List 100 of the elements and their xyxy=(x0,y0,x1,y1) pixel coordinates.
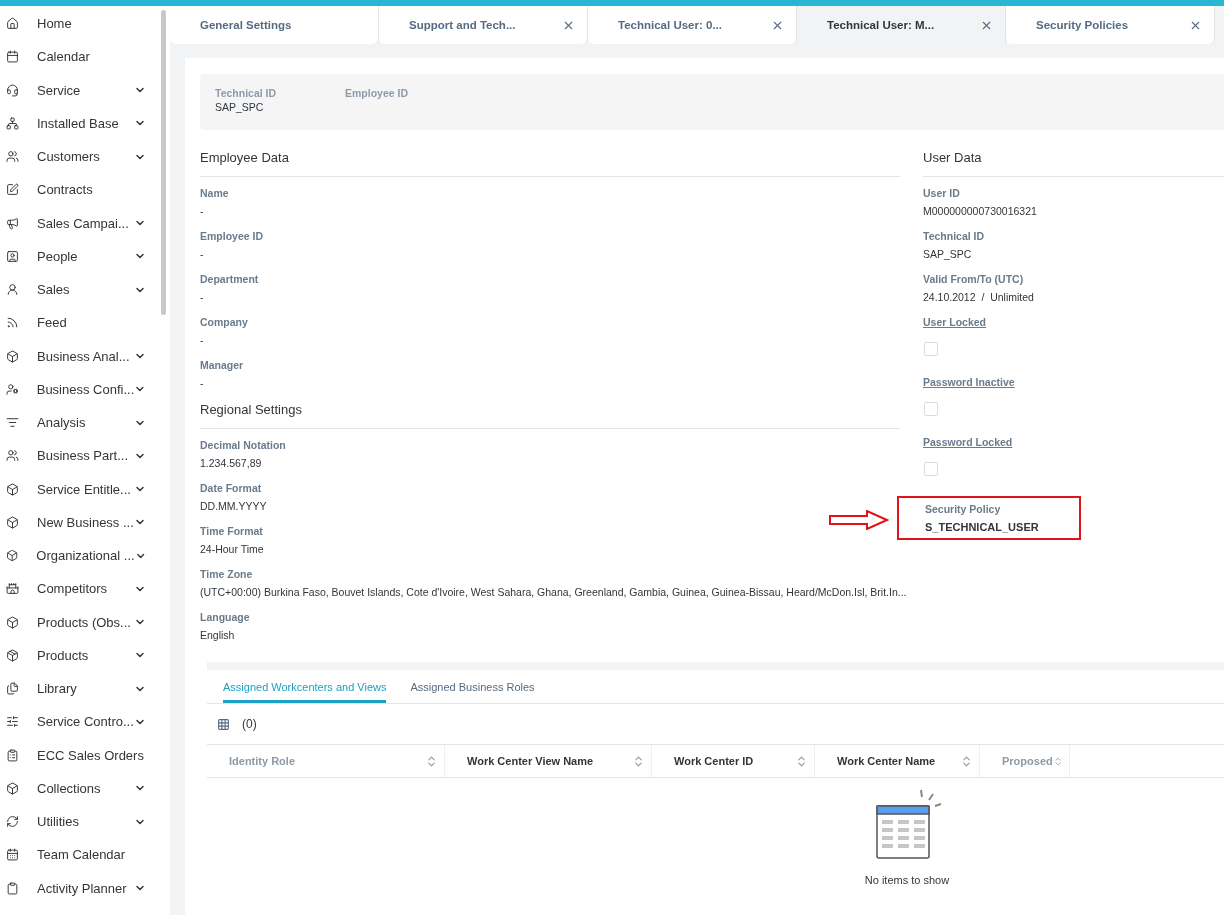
section-title: User Data xyxy=(923,150,1224,177)
field-label: User ID xyxy=(923,187,961,199)
sidebar-item[interactable]: Library xyxy=(0,672,160,706)
sidebar-item[interactable]: Organizational ... xyxy=(0,539,160,573)
sort-icon[interactable] xyxy=(632,754,645,768)
sidebar-item[interactable]: Feed xyxy=(0,306,160,340)
sidebar-item[interactable]: Customers xyxy=(0,140,160,174)
field-label: Technical ID xyxy=(215,87,278,99)
field-value: 24-Hour Time xyxy=(200,543,264,555)
clipboard-icon xyxy=(6,748,19,762)
field-label-link[interactable]: Password Inactive xyxy=(923,376,1015,388)
field-value: M000000000730016321 xyxy=(923,205,1037,217)
tab[interactable]: Security Policies xyxy=(1006,6,1215,44)
field-label: Employee ID xyxy=(200,230,265,242)
field-value: - xyxy=(200,377,204,389)
field-value: S_TECHNICAL_USER xyxy=(925,521,1039,533)
box-icon xyxy=(6,482,19,496)
sidebar-item[interactable]: Service Entitle... xyxy=(0,472,160,506)
field-value: SAP_SPC xyxy=(923,248,972,260)
arrow-drawing xyxy=(829,510,889,530)
field-label: Time Zone xyxy=(200,568,254,580)
sliders-icon xyxy=(6,715,19,729)
sidebar-item[interactable]: New Business ... xyxy=(0,505,160,539)
field-label: Employee ID xyxy=(345,87,410,99)
tab[interactable]: Assigned Business Roles xyxy=(410,678,535,703)
sidebar-item[interactable]: Team Calendar xyxy=(0,838,160,872)
field-label-link[interactable]: User Locked xyxy=(923,316,987,328)
sidebar-item[interactable]: Utilities xyxy=(0,805,160,839)
field-label: Valid From/To (UTC) xyxy=(923,273,1025,285)
megaphone-icon xyxy=(6,216,19,230)
network-icon xyxy=(6,116,19,130)
user-cog-icon xyxy=(6,382,19,396)
tower-icon xyxy=(6,582,19,596)
files-icon xyxy=(6,682,19,696)
scrollbar[interactable] xyxy=(161,10,166,315)
sidebar-item[interactable]: Service Contro... xyxy=(0,705,160,739)
item-count: (0) xyxy=(242,717,257,731)
sidebar-item[interactable]: Products xyxy=(0,638,160,672)
package-icon xyxy=(6,648,19,662)
box-icon xyxy=(6,615,19,629)
field-value: - xyxy=(200,205,204,217)
sidebar-item[interactable]: Sales xyxy=(0,273,160,307)
sidebar-item[interactable]: Service xyxy=(0,73,160,107)
user-icon xyxy=(6,283,19,297)
checkbox[interactable] xyxy=(924,342,938,356)
sidebar-item[interactable]: Business Anal... xyxy=(0,339,160,373)
sidebar-item[interactable]: Business Part... xyxy=(0,439,160,473)
sort-icon[interactable] xyxy=(795,754,808,768)
table-settings-icon[interactable] xyxy=(217,717,230,731)
field-label: Technical ID xyxy=(923,230,986,242)
field-label: Manager xyxy=(200,359,245,371)
box-icon xyxy=(6,781,19,795)
sidebar-item[interactable]: Activity Planner xyxy=(0,871,160,905)
field-value: - xyxy=(200,248,204,260)
sidebar-item[interactable]: Sales Campai... xyxy=(0,206,160,240)
box-icon xyxy=(6,349,19,363)
tab[interactable]: Support and Tech... xyxy=(379,6,588,44)
sidebar-item[interactable]: Competitors xyxy=(0,572,160,606)
tab[interactable]: Technical User: 0... xyxy=(588,6,797,44)
section-title: Regional Settings xyxy=(200,402,900,429)
field-label-link[interactable]: Password Locked xyxy=(923,436,1013,448)
sidebar-item[interactable]: Analysis xyxy=(0,406,160,440)
rss-icon xyxy=(6,316,19,330)
sidebar-item[interactable]: Products (Obs... xyxy=(0,605,160,639)
checkbox[interactable] xyxy=(924,462,938,476)
field-label: Company xyxy=(200,316,249,328)
sort-icon[interactable] xyxy=(960,754,973,768)
sidebar-item[interactable]: Contracts xyxy=(0,173,160,207)
field-value: 24.10.2012 / Unlimited xyxy=(923,291,1034,303)
field-value: English xyxy=(200,629,235,641)
sidebar-item[interactable]: ECC Sales Orders xyxy=(0,738,160,772)
sidebar-item[interactable]: Home xyxy=(0,7,160,41)
field-value: DD.MM.YYYY xyxy=(200,500,267,512)
checkbox[interactable] xyxy=(924,402,938,416)
field-value: SAP_SPC xyxy=(215,101,264,113)
field-value: (UTC+00:00) Burkina Faso, Bouvet Islands, Cote d'Ivoire, West Sahara, Ghana, Greenland, Gambia, Guinea, Guinea-Bissau, Heard/McDon.Isl, Brit.In... xyxy=(200,586,907,598)
users-icon xyxy=(6,449,19,463)
headset-icon xyxy=(6,83,19,97)
sidebar-item[interactable]: People xyxy=(0,239,160,273)
field-label: Name xyxy=(200,187,230,199)
box-icon xyxy=(6,515,19,529)
field-value: - xyxy=(200,334,204,346)
section-title: Employee Data xyxy=(200,150,900,177)
user-square-icon xyxy=(6,249,19,263)
empty-message: No items to show xyxy=(864,874,950,886)
sidebar-item[interactable]: Installed Base xyxy=(0,106,160,140)
calendar-icon xyxy=(6,50,19,64)
sidebar-item[interactable]: Calendar xyxy=(0,40,160,74)
field-label: Language xyxy=(200,611,251,623)
refresh-icon xyxy=(6,815,19,829)
users-icon xyxy=(6,150,19,164)
field-label: Decimal Notation xyxy=(200,439,287,451)
field-value: 1.234.567,89 xyxy=(200,457,262,469)
sidebar-item[interactable]: Collections xyxy=(0,771,160,805)
field-value: - xyxy=(200,291,204,303)
sidebar-item[interactable]: Business Confi... xyxy=(0,372,160,406)
list-icon xyxy=(6,416,19,430)
tab[interactable]: General Settings xyxy=(170,6,379,44)
pen-square-icon xyxy=(6,183,19,197)
house-icon xyxy=(6,17,19,31)
